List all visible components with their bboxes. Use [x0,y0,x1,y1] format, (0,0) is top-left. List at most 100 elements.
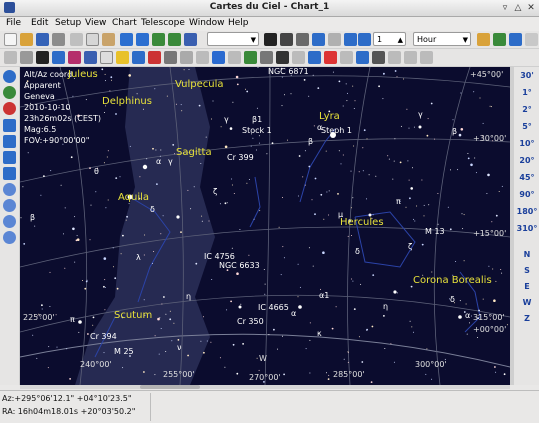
direction-button[interactable]: N [514,250,539,259]
telescope-icon[interactable] [509,33,522,46]
toggle-nebula-icon[interactable] [52,51,65,64]
projection-icon[interactable] [356,51,369,64]
find-icon[interactable] [296,33,309,46]
direction-button[interactable]: W [514,298,539,307]
eq-mode-icon[interactable] [3,70,16,83]
altaz-grid-icon[interactable] [228,51,241,64]
star[interactable] [78,320,82,324]
fov-button[interactable]: 90° [514,190,539,199]
labels-icon[interactable] [260,51,273,64]
flip-v-icon[interactable] [3,231,16,244]
star[interactable] [393,290,397,294]
object-label[interactable]: M 13 [425,227,445,236]
cut-icon[interactable] [70,33,83,46]
az-coord-icon[interactable] [3,135,16,148]
more-icon[interactable] [525,33,538,46]
animation-icon[interactable] [477,33,490,46]
ecliptic-icon[interactable] [292,51,305,64]
open-icon[interactable] [20,33,33,46]
horizontal-scrollbar[interactable] [20,385,510,389]
flip-h-icon[interactable] [3,215,16,228]
star[interactable] [238,305,242,309]
fov-button[interactable]: 30' [514,71,539,80]
menu-chart[interactable]: Chart [112,18,137,28]
fov-button[interactable]: 10° [514,139,539,148]
toggle-stars-icon[interactable] [36,51,49,64]
alpha-icon[interactable] [276,51,289,64]
horizon-icon[interactable] [244,51,257,64]
rot-right-icon[interactable] [3,199,16,212]
comet-icon[interactable] [148,51,161,64]
menu-file[interactable]: File [6,18,21,28]
galactic-icon[interactable] [308,51,321,64]
object-label[interactable]: NGC 6871 [268,67,309,76]
object-label[interactable]: Stock 1 [242,126,272,135]
star[interactable] [298,305,302,309]
copy-icon[interactable] [86,33,99,46]
scroll-thumb[interactable] [140,385,200,389]
rotate-icon[interactable] [388,51,401,64]
star[interactable] [458,315,462,319]
redo-icon[interactable] [136,33,149,46]
gal-mode-icon[interactable] [3,102,16,115]
object-label[interactable]: Steph 1 [321,126,352,135]
object-label[interactable]: Cr 350 [237,317,264,326]
ecl-mode-icon[interactable] [3,86,16,99]
scale-icon[interactable] [340,51,353,64]
fov-button[interactable]: 310° [514,224,539,233]
rot-left-icon[interactable] [3,183,16,196]
object-label[interactable]: IC 4756 [204,252,235,261]
forward-icon[interactable] [358,33,371,46]
object-label[interactable]: IC 4665 [258,303,289,312]
options-icon[interactable] [420,51,433,64]
milkyway-icon[interactable] [164,51,177,64]
sky-chart[interactable]: Alt/Az coord Apparent Geneva 2010-10-10 … [20,67,510,385]
toggle-lines-icon[interactable] [20,51,33,64]
field-combo[interactable]: ▼ [207,32,259,46]
back-icon[interactable] [344,33,357,46]
eq-coord-icon[interactable] [3,119,16,132]
close-icon[interactable]: ✕ [526,3,536,13]
mirror-icon[interactable] [404,51,417,64]
page-spinbox[interactable]: 1 ▲ [373,32,406,46]
clock-icon[interactable] [328,33,341,46]
menu-window[interactable]: Window [189,18,225,28]
print-icon[interactable] [52,33,65,46]
new-chart-icon[interactable] [4,33,17,46]
ec-coord-icon[interactable] [3,167,16,180]
object-label[interactable]: M 25 [114,347,134,356]
dss-icon[interactable] [68,51,81,64]
anchor-icon[interactable] [372,51,385,64]
menu-setup[interactable]: Setup [55,18,81,28]
menu-view[interactable]: View [85,18,106,28]
date-icon[interactable] [312,33,325,46]
direction-button[interactable]: E [514,282,539,291]
realtime-icon[interactable] [493,33,506,46]
menu-help[interactable]: Help [228,18,249,28]
image-icon[interactable] [84,51,97,64]
asteroid-icon[interactable] [132,51,145,64]
toggle-grid-icon[interactable] [4,51,17,64]
save-icon[interactable] [36,33,49,46]
binoculars-icon[interactable] [264,33,277,46]
time-unit-select[interactable]: Hour ▼ [413,32,471,46]
eq-grid-icon[interactable] [212,51,225,64]
menu-edit[interactable]: Edit [31,18,48,28]
deepsky-icon[interactable] [100,51,113,64]
direction-button[interactable]: S [514,266,539,275]
zoom-in-icon[interactable] [152,33,165,46]
flip-icon[interactable] [184,33,197,46]
star[interactable] [418,125,422,129]
binoculars2-icon[interactable] [280,33,293,46]
planet-icon[interactable] [116,51,129,64]
fov-button[interactable]: 1° [514,88,539,97]
constellation-boundary-icon[interactable] [196,51,209,64]
object-label[interactable]: Cr 394 [90,332,117,341]
fov-button[interactable]: 45° [514,173,539,182]
fov-button[interactable]: 2° [514,105,539,114]
paste-icon[interactable] [102,33,115,46]
minimize-icon[interactable]: ▿ [500,3,510,13]
fov-button[interactable]: 20° [514,156,539,165]
constellation-lines-icon[interactable] [180,51,193,64]
star[interactable] [176,215,180,219]
